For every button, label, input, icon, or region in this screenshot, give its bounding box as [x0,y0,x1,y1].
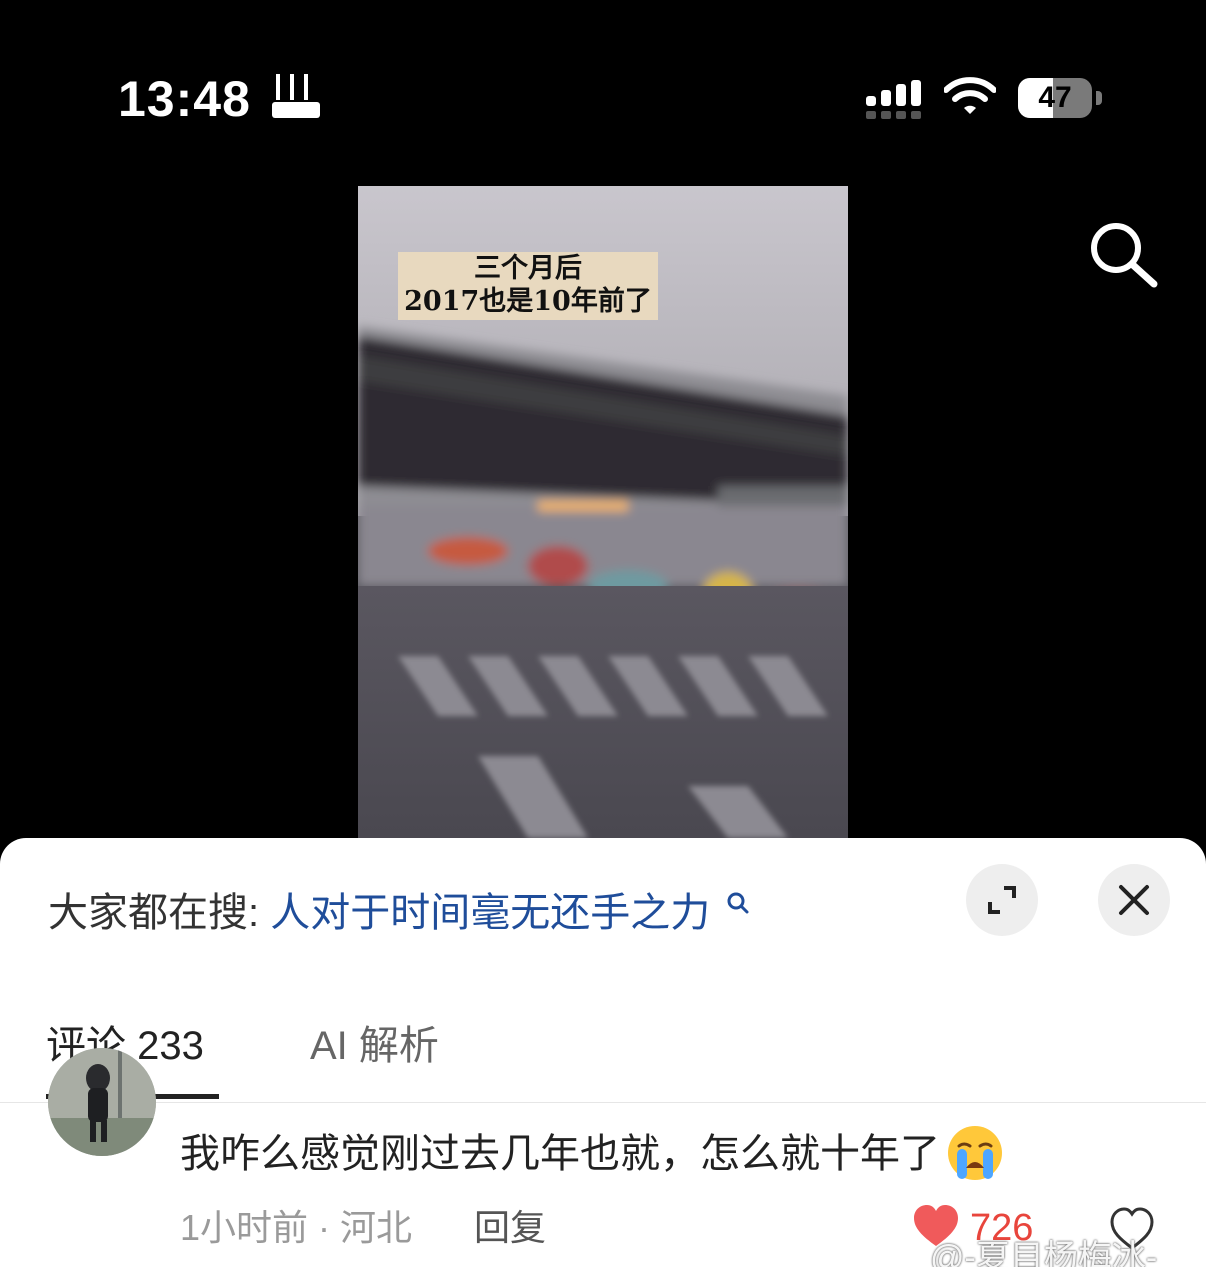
video-player[interactable]: 三个月后 2017也是10年前了 [358,186,848,838]
crying-face-emoji-icon [948,1126,1002,1181]
trending-label: 大家都在搜: [48,891,260,935]
comment-meta: 1小时前 · 河北 [180,1207,413,1248]
battery-percent: 47 [1038,81,1072,114]
status-time: 13:48 [118,71,251,127]
search-button[interactable] [1086,218,1160,292]
close-button[interactable] [1098,864,1170,936]
caption-line-2: 2017也是10年前了 [404,286,652,317]
search-icon [1091,223,1158,288]
tab-ai-analysis[interactable]: AI 解析 [310,1016,439,1076]
app-activity-icon [272,74,320,118]
comments-sheet: 大家都在搜: 人对于时间毫无还手之力 评论 233 AI 解析 我咋么感觉刚过去… [0,838,1206,1267]
cellular-signal-icon [866,80,921,119]
expand-icon [988,886,1016,914]
avatar[interactable] [48,1048,156,1156]
video-caption: 三个月后 2017也是10年前了 [398,252,658,320]
trending-search: 大家都在搜: 人对于时间毫无还手之力 [48,888,751,938]
trending-query-link[interactable]: 人对于时间毫无还手之力 [270,891,710,935]
reply-button[interactable]: 回复 [474,1204,546,1252]
tab-bar: 评论 233 AI 解析 [0,1016,1206,1104]
close-icon [1119,885,1149,915]
expand-button[interactable] [966,864,1038,936]
caption-line-1: 三个月后 [474,253,582,284]
battery-indicator: 47 [1018,78,1102,118]
watermark: @-夏目杨梅冰- [930,1239,1158,1267]
comment-body: 我咋么感觉刚过去几年也就，怎么就十年了 [180,1132,940,1176]
comment-item: 我咋么感觉刚过去几年也就，怎么就十年了 1小时前 · 河北 回复 726 @-夏… [0,1048,1206,1267]
status-bar: 13:48 47 [0,0,1206,190]
divider [0,1102,1206,1103]
wifi-icon [944,77,996,114]
comment-text: 我咋么感觉刚过去几年也就，怎么就十年了 [180,1126,1004,1182]
search-icon[interactable] [725,890,751,916]
